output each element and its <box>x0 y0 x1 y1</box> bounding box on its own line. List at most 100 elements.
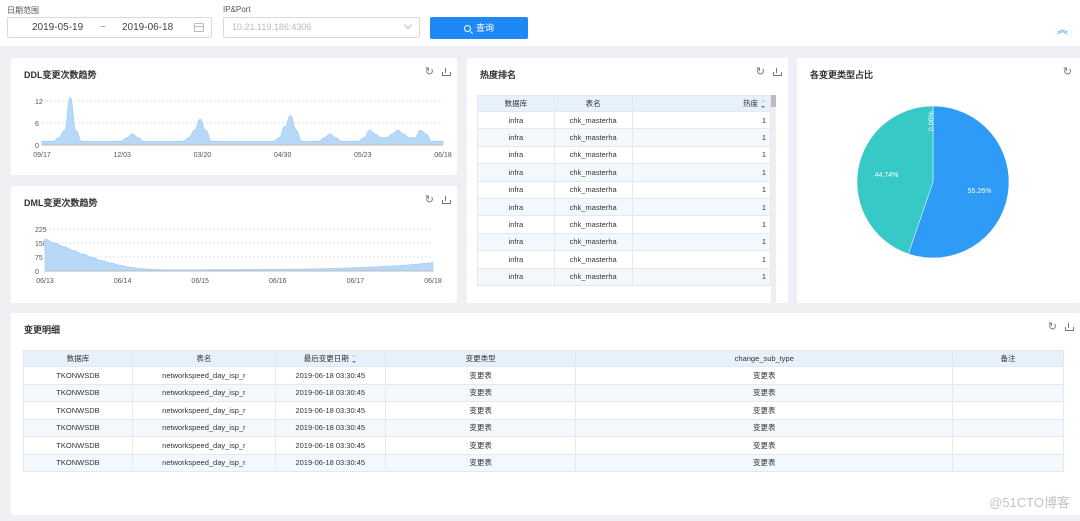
pie-slice-label: 55.26% <box>968 188 992 195</box>
ip-port-placeholder: 10.21.119.186:4306 <box>232 22 312 32</box>
detail-cell: 变更表 <box>384 436 577 455</box>
query-button-label: 查询 <box>475 23 494 33</box>
detail-cell: 2019-06-18 03:30:45 <box>274 366 386 385</box>
detail-column-header[interactable]: 最后变更日期 <box>274 350 386 367</box>
ddl-series-area <box>41 96 444 146</box>
sort-icon[interactable] <box>761 100 766 108</box>
date-end[interactable]: 2019-06-18 <box>122 22 173 33</box>
detail-cell: 变更表 <box>575 383 954 402</box>
heat-cell: infra <box>477 250 555 269</box>
heat-ranking-panel: 热度排名 ↻ 数据库 表名 热度 infra chk_masterha 1 infra ch… <box>467 58 788 303</box>
table-row[interactable]: infra chk_masterha 1 <box>477 180 772 199</box>
change-detail-title: 变更明细 <box>24 325 61 335</box>
table-row[interactable]: TKONWSDB networkspeed_day_isp_r 2019-06-18… <box>23 418 1064 437</box>
heat-cell: chk_masterha <box>553 250 633 269</box>
download-icon[interactable] <box>1065 321 1074 333</box>
detail-column-header[interactable]: 表名 <box>131 350 276 367</box>
date-start[interactable]: 2019-05-19 <box>32 22 83 33</box>
refresh-icon[interactable]: ↻ <box>1048 321 1057 333</box>
change-detail-table: 数据库 表名 最后变更日期 变更类型 change_sub_type 备注 TKONWSD… <box>23 350 1064 472</box>
dml-trend-panel: DML变更次数趋势 ↻ 0 75 150 225 06/13 06/14 06/15 06/1… <box>11 186 457 303</box>
heat-cell: 1 <box>631 197 772 217</box>
table-scrollbar[interactable] <box>771 95 776 303</box>
detail-cell <box>952 418 1064 437</box>
query-button[interactable]: 查询 <box>430 17 528 39</box>
detail-cell <box>952 366 1064 385</box>
ddl-x-tick-label: 03/20 <box>194 152 212 159</box>
table-row[interactable]: infra chk_masterha 1 <box>477 197 772 217</box>
detail-cell <box>952 401 1064 420</box>
detail-column-header[interactable]: 备注 <box>952 350 1064 367</box>
dml-x-tick-label: 06/17 <box>347 278 365 285</box>
heat-column-header[interactable]: 表名 <box>553 95 633 112</box>
dml-series-area <box>44 238 434 272</box>
detail-cell: 变更表 <box>384 383 577 402</box>
table-row[interactable]: infra chk_masterha 1 <box>477 128 772 147</box>
search-icon <box>463 25 471 32</box>
table-row[interactable]: TKONWSDB networkspeed_day_isp_r 2019-06-18… <box>23 436 1064 455</box>
detail-cell: 2019-06-18 03:30:45 <box>274 383 386 402</box>
collapse-up-icon[interactable]: ︽ <box>1057 25 1068 36</box>
heat-cell: chk_masterha <box>553 197 633 217</box>
heat-column-header[interactable]: 热度 <box>631 95 772 112</box>
detail-cell: TKONWSDB <box>23 436 133 455</box>
date-range-label: 日期范围 <box>7 6 39 15</box>
table-row[interactable]: infra chk_masterha 1 <box>477 145 772 165</box>
heat-cell: 1 <box>631 128 772 147</box>
detail-cell: networkspeed_day_isp_r <box>131 383 276 402</box>
table-row[interactable]: TKONWSDB networkspeed_day_isp_r 2019-06-18… <box>23 453 1064 472</box>
ip-port-select[interactable]: 10.21.119.186:4306 <box>223 17 420 38</box>
heat-cell: infra <box>477 215 555 234</box>
table-row[interactable]: TKONWSDB networkspeed_day_isp_r 2019-06-18… <box>23 383 1064 402</box>
detail-cell: 变更表 <box>575 366 954 385</box>
heat-cell: 1 <box>631 110 772 130</box>
dml-x-tick-label: 06/14 <box>114 278 132 285</box>
table-row[interactable]: infra chk_masterha 1 <box>477 215 772 234</box>
watermark: @51CTO博客 <box>989 495 1070 510</box>
detail-cell: 2019-06-18 03:30:45 <box>274 453 386 472</box>
dml-y-tick-label: 0 <box>35 269 39 276</box>
table-row[interactable]: infra chk_masterha 1 <box>477 232 772 252</box>
detail-cell <box>952 436 1064 455</box>
ddl-x-tick-label: 06/18 <box>434 152 452 159</box>
table-row[interactable]: infra chk_masterha 1 <box>477 267 772 286</box>
detail-column-header[interactable]: 变更类型 <box>384 350 577 367</box>
chevron-down-icon[interactable] <box>403 20 413 30</box>
detail-cell: TKONWSDB <box>23 453 133 472</box>
detail-cell: networkspeed_day_isp_r <box>131 401 276 420</box>
heat-cell: chk_masterha <box>553 267 633 286</box>
heat-cell: infra <box>477 197 555 217</box>
dml-x-tick-label: 06/15 <box>191 278 209 285</box>
heat-cell: 1 <box>631 145 772 165</box>
ddl-y-tick-label: 0 <box>35 143 39 150</box>
ddl-x-tick-label: 09/17 <box>33 152 51 159</box>
detail-column-header[interactable]: change_sub_type <box>575 350 954 367</box>
ddl-trend-chart: 0 6 12 09/17 12/03 03/20 04/30 05/23 06/18 <box>33 96 452 159</box>
heat-column-header[interactable]: 数据库 <box>477 95 555 112</box>
heat-cell: chk_masterha <box>553 180 633 199</box>
table-row[interactable]: infra chk_masterha 1 <box>477 110 772 130</box>
heat-cell: chk_masterha <box>553 232 633 252</box>
table-row[interactable]: TKONWSDB networkspeed_day_isp_r 2019-06-18… <box>23 366 1064 385</box>
download-icon[interactable] <box>773 66 782 78</box>
date-range-picker[interactable]: 2019-05-19 ~ 2019-06-18 <box>7 17 212 38</box>
detail-cell: networkspeed_day_isp_r <box>131 418 276 437</box>
table-row[interactable]: infra chk_masterha 1 <box>477 163 772 182</box>
heat-cell: chk_masterha <box>553 145 633 165</box>
filter-bar: 日期范围 2019-05-19 ~ 2019-06-18 IP&Port 10.… <box>0 0 1080 46</box>
detail-cell: 变更表 <box>575 453 954 472</box>
refresh-icon[interactable]: ↻ <box>756 66 765 78</box>
ddl-x-tick-label: 05/23 <box>354 152 372 159</box>
detail-cell: TKONWSDB <box>23 383 133 402</box>
table-row[interactable]: TKONWSDB networkspeed_day_isp_r 2019-06-18… <box>23 401 1064 420</box>
sort-icon[interactable] <box>351 355 357 363</box>
dml-trend-chart: 07515022506/13 06/14 06/15 06/16 06/17 06/18 <box>35 227 442 285</box>
calendar-icon[interactable] <box>194 23 204 32</box>
detail-cell: 变更表 <box>575 436 954 455</box>
dml-y-tick-label: 75 <box>35 255 43 262</box>
table-row[interactable]: infra chk_masterha 1 <box>477 250 772 269</box>
scrollbar-thumb[interactable] <box>771 95 776 107</box>
detail-column-header[interactable]: 数据库 <box>23 350 133 367</box>
detail-cell: 变更表 <box>384 453 577 472</box>
heat-cell: chk_masterha <box>553 110 633 130</box>
